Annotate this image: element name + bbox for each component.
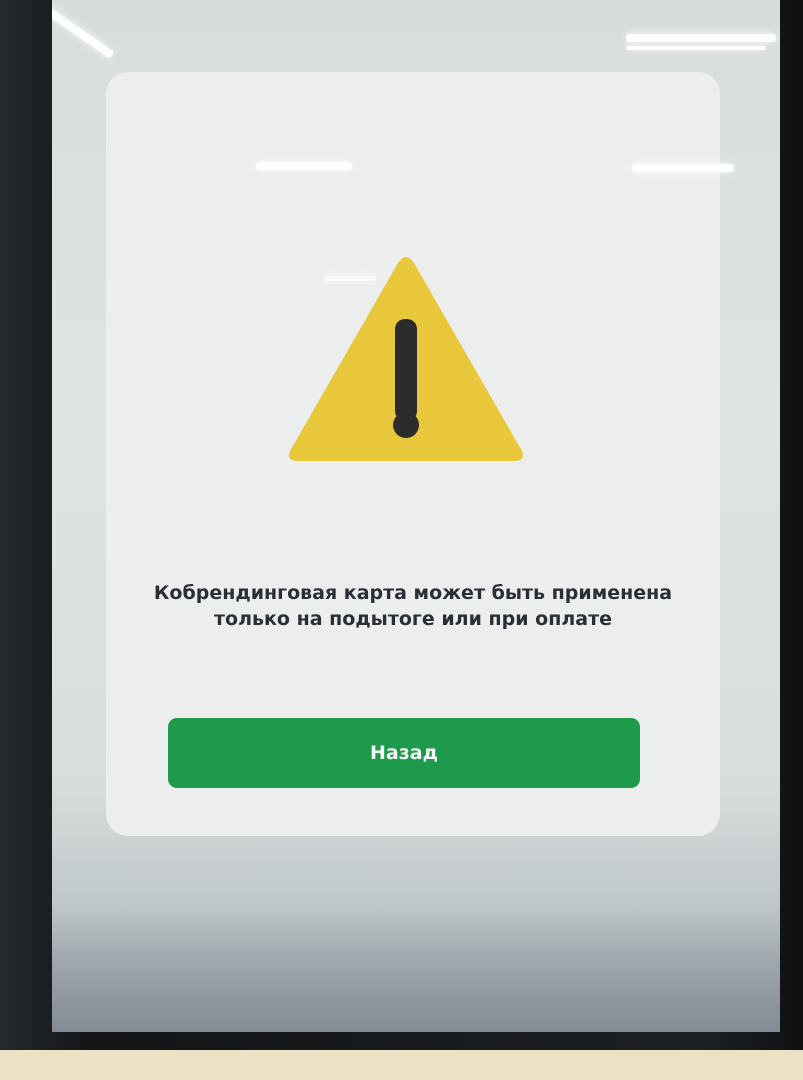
ceiling-light-reflection xyxy=(632,164,734,172)
exclamation-mark-icon xyxy=(395,319,417,421)
alert-message: Кобрендинговая карта может быть применен… xyxy=(153,582,673,630)
ceiling-light-reflection xyxy=(626,46,766,50)
warning-triangle-icon xyxy=(286,255,526,465)
warning-triangle-icon xyxy=(289,257,523,461)
ceiling-light-reflection xyxy=(256,162,352,170)
counter-surface xyxy=(0,1050,803,1080)
exclamation-dot-icon xyxy=(393,412,419,438)
back-button[interactable]: Назад xyxy=(168,718,640,788)
screen-reflection-shadow xyxy=(52,905,780,1032)
kiosk-photo: Кобрендинговая карта может быть применен… xyxy=(0,0,803,1080)
kiosk-screen: Кобрендинговая карта может быть применен… xyxy=(52,0,780,1032)
ceiling-light-reflection xyxy=(626,34,776,42)
alert-dialog: Кобрендинговая карта может быть применен… xyxy=(106,72,734,836)
ceiling-light-reflection xyxy=(52,0,115,59)
